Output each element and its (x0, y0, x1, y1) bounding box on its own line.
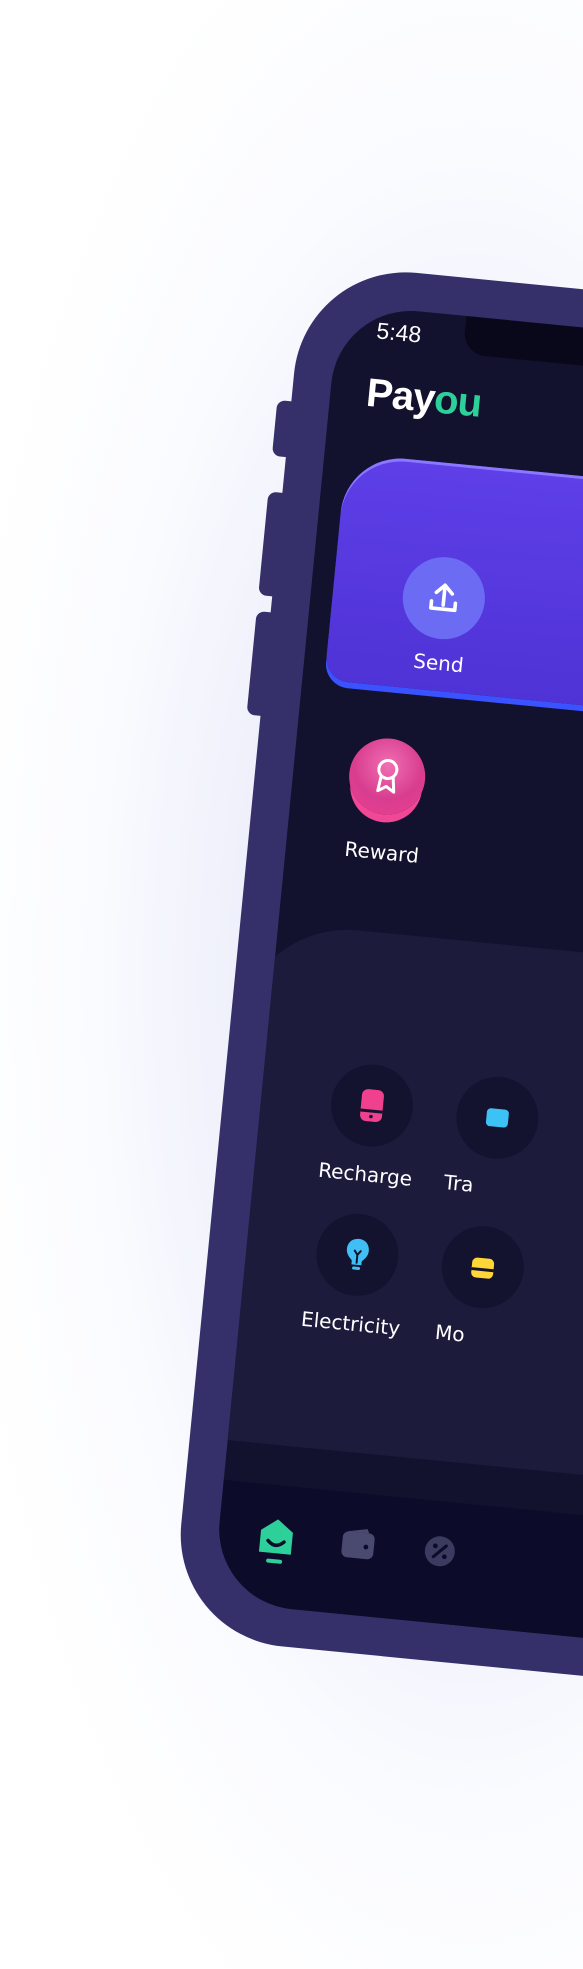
upload-arrow-icon (429, 583, 458, 613)
discount-icon (424, 1536, 455, 1567)
transport-icon (485, 1108, 509, 1128)
reward-button[interactable] (345, 734, 429, 819)
tab-home[interactable] (254, 1513, 299, 1569)
home-icon (258, 1519, 293, 1564)
wallet-icon (341, 1529, 375, 1560)
reward-label: Reward (343, 836, 420, 868)
status-time: 5:48 (375, 317, 423, 348)
page-background: 5:48 Payou Send Reward Recharge Tra Elec… (0, 0, 583, 1969)
money-icon (471, 1257, 495, 1279)
lightbulb-icon (346, 1238, 369, 1271)
tab-wallet[interactable] (336, 1521, 380, 1565)
app-logo: Payou (364, 371, 483, 427)
money-label: Mo (434, 1319, 466, 1347)
transport-label: Tra (442, 1170, 475, 1197)
tab-offers[interactable] (418, 1529, 462, 1573)
logo-text-part1: Pay (364, 370, 437, 422)
ribbon-badge-icon (376, 759, 399, 794)
logo-text-part2: ou (432, 377, 484, 426)
phone-device-icon (360, 1089, 384, 1123)
phone-mockup: 5:48 Payou Send Reward Recharge Tra Elec… (170, 262, 583, 1691)
